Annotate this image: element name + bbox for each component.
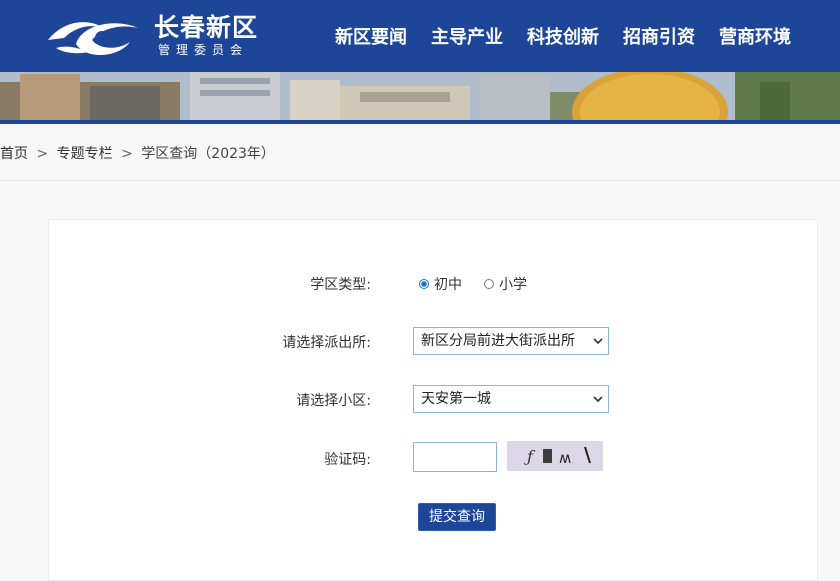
brand-subtitle: 管理委员会	[158, 43, 249, 57]
logo-mark-icon	[48, 22, 138, 56]
community-select[interactable]: 天安第一城	[413, 385, 609, 413]
community-value: 天安第一城	[421, 391, 491, 407]
submit-query-button[interactable]: 提交查询	[418, 503, 496, 531]
nav-item-news[interactable]: 新区要闻	[335, 23, 407, 49]
police-station-select[interactable]: 新区分局前进大街派出所	[413, 327, 609, 355]
school-district-query-form: 学区类型: 初中 小学 请选择派出所: 新区分局前进大街派出所 请选择小区: 天…	[48, 219, 818, 581]
city-skyline-image	[0, 72, 840, 120]
nav-item-innovation[interactable]: 科技创新	[527, 23, 599, 49]
radio-unchecked-icon[interactable]	[484, 279, 494, 289]
nav-item-business-env[interactable]: 营商环境	[719, 23, 791, 49]
banner-divider	[0, 120, 840, 124]
breadcrumb-divider	[0, 180, 840, 181]
captcha-image[interactable]: ƒ ʍ	[507, 441, 603, 471]
breadcrumb-separator: >	[121, 146, 133, 162]
captcha-image-glyphs: ƒ ʍ	[524, 446, 591, 467]
radio-label-junior-high: 初中	[434, 277, 462, 293]
police-station-label: 请选择派出所:	[282, 335, 371, 351]
page-gutter	[820, 219, 840, 570]
radio-primary[interactable]: 小学	[484, 274, 527, 294]
breadcrumb-current: 学区查询（2023年）	[141, 146, 275, 162]
radio-label-primary: 小学	[499, 277, 527, 293]
school-type-label: 学区类型:	[310, 277, 371, 293]
main-nav: 新区要闻 主导产业 科技创新 招商引资 营商环境	[335, 0, 815, 72]
site-header: 长春新区 管理委员会 新区要闻 主导产业 科技创新 招商引资 营商环境	[0, 0, 840, 72]
svg-text:ƒ: ƒ	[524, 447, 536, 466]
brand-title: 长春新区	[154, 13, 259, 42]
breadcrumb-separator: >	[36, 146, 49, 162]
site-logo[interactable]: 长春新区 管理委员会	[46, 10, 281, 64]
breadcrumb: 首页 > 专题专栏 > 学区查询（2023年）	[0, 143, 275, 163]
police-station-value: 新区分局前进大街派出所	[421, 333, 575, 349]
chevron-down-icon	[593, 338, 603, 345]
radio-checked-icon[interactable]	[419, 279, 429, 289]
community-label: 请选择小区:	[296, 393, 371, 409]
svg-text:ʍ: ʍ	[559, 449, 571, 467]
nav-item-industry[interactable]: 主导产业	[431, 23, 503, 49]
breadcrumb-home[interactable]: 首页	[0, 146, 28, 162]
school-type-radio-group: 初中 小学	[419, 274, 549, 294]
chevron-down-icon	[593, 396, 603, 403]
nav-item-investment[interactable]: 招商引资	[623, 23, 695, 49]
radio-junior-high[interactable]: 初中	[419, 274, 462, 294]
captcha-label: 验证码:	[324, 452, 371, 468]
banner-image	[0, 72, 840, 120]
captcha-input[interactable]	[413, 442, 497, 472]
breadcrumb-section[interactable]: 专题专栏	[57, 146, 113, 162]
